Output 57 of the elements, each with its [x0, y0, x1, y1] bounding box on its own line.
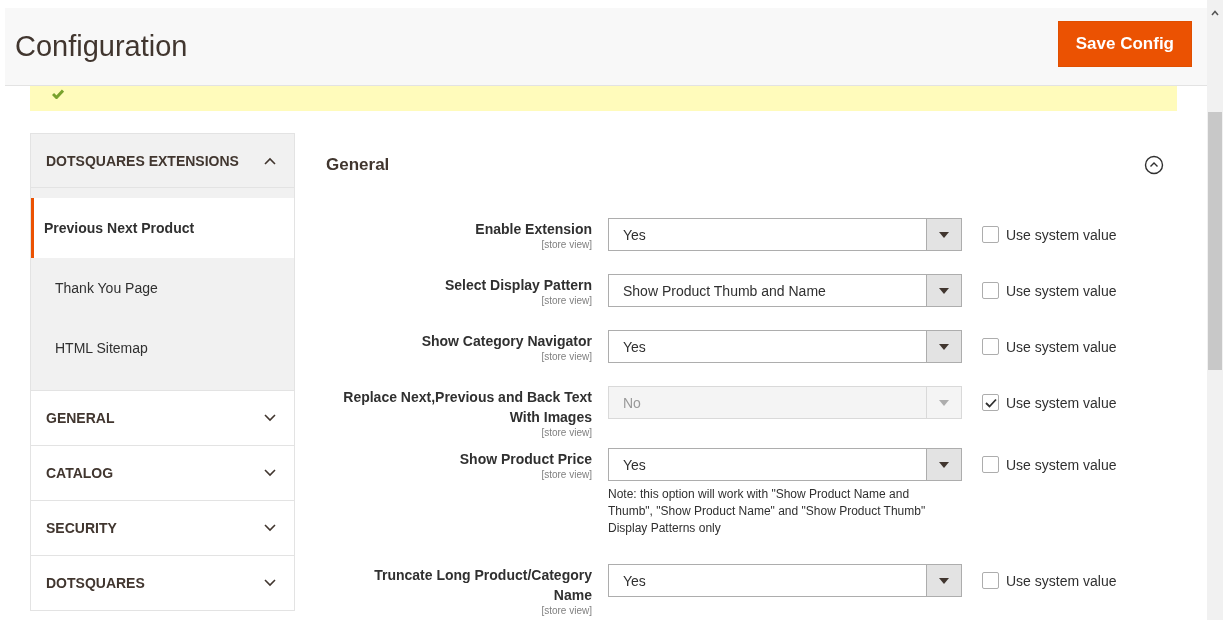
caret-icon — [939, 577, 949, 584]
field-label: Show Category Navigator — [420, 332, 592, 351]
sidebar-item[interactable]: Previous Next Product — [31, 198, 294, 258]
page-title: Configuration — [15, 30, 188, 63]
caret-icon — [939, 287, 949, 294]
field-note: Note: this option will work with "Show Product Name and Thumb", "Show Product Name" and "Show Product Thumb" Display Patterns only — [608, 486, 927, 537]
section-title: DOTSQUARES EXTENSIONS — [46, 152, 239, 169]
checkbox[interactable] — [982, 572, 999, 589]
checkbox[interactable] — [982, 282, 999, 299]
section-title: DOTSQUARES — [46, 575, 145, 591]
collapse-icon[interactable] — [1144, 155, 1164, 175]
select-field[interactable]: Yes — [608, 448, 962, 481]
scope-label: [store view] — [540, 351, 592, 363]
scope-label: [store view] — [540, 239, 592, 251]
caret-icon — [939, 461, 949, 468]
scrollbar[interactable] — [1207, 0, 1223, 620]
scope-label: [store view] — [540, 605, 592, 617]
scroll-up-icon[interactable] — [1211, 10, 1219, 16]
scrollbar-thumb[interactable] — [1208, 112, 1222, 370]
save-config-button[interactable]: Save Config — [1057, 20, 1192, 67]
check-icon — [52, 88, 64, 99]
sidebar-item[interactable]: HTML Sitemap — [31, 318, 294, 378]
chevron-down-icon — [264, 524, 276, 532]
group-title: General — [326, 155, 390, 175]
caret-icon — [939, 399, 949, 406]
scope-label: [store view] — [540, 295, 592, 307]
sidebar-section-header[interactable]: DOTSQUARES EXTENSIONS — [31, 133, 294, 188]
checkbox-label: Use system value — [1006, 572, 1117, 589]
checkbox[interactable] — [982, 338, 999, 355]
chevron-up-icon — [264, 156, 276, 165]
chevron-down-icon — [264, 414, 276, 422]
select-field[interactable]: Yes — [608, 330, 962, 363]
select-field[interactable]: Yes — [608, 564, 962, 597]
chevron-down-icon — [264, 579, 276, 587]
checkbox-label: Use system value — [1006, 226, 1117, 243]
caret-icon — [939, 231, 949, 238]
field-label: Replace Next,Previous and Back Text With Images — [342, 388, 592, 427]
checkbox-label: Use system value — [1006, 282, 1117, 299]
section-title: CATALOG — [46, 465, 114, 481]
section-title: SECURITY — [46, 520, 117, 536]
checkbox[interactable] — [982, 226, 999, 243]
select-field[interactable]: Show Product Thumb and Name — [608, 274, 962, 307]
checkbox-label: Use system value — [1006, 394, 1117, 411]
field-label: Truncate Long Product/Category Name — [373, 566, 592, 605]
chevron-down-icon — [264, 469, 276, 477]
checkbox-label: Use system value — [1006, 456, 1117, 473]
sidebar-item[interactable]: Thank You Page — [31, 258, 294, 318]
checkbox-label: Use system value — [1006, 338, 1117, 355]
field-label: Enable Extension — [474, 220, 592, 239]
section-title: GENERAL — [46, 410, 115, 426]
scope-label: [store view] — [540, 469, 592, 481]
checkbox[interactable] — [982, 456, 999, 473]
select-field[interactable]: Yes — [608, 218, 962, 251]
scope-label: [store view] — [540, 427, 592, 439]
field-label: Show Product Price — [458, 450, 592, 469]
caret-icon — [939, 343, 949, 350]
field-label: Select Display Pattern — [443, 276, 592, 295]
